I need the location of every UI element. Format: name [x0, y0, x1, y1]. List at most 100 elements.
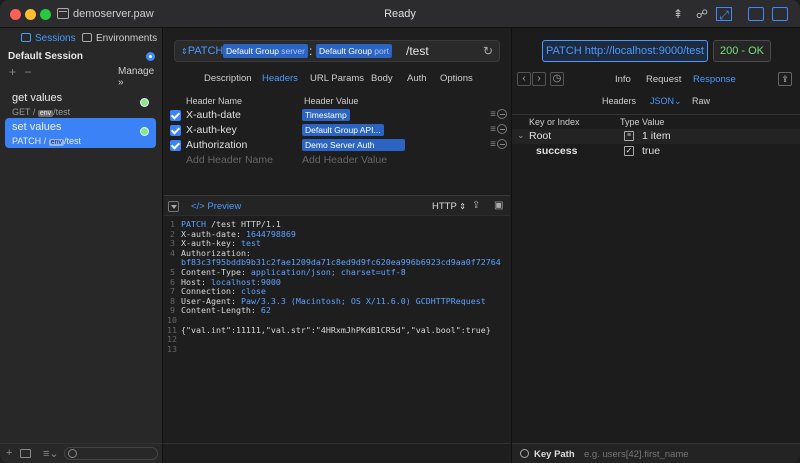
url-bar[interactable]: ⇕PATCH Default Group server : Default Gr…: [174, 40, 500, 62]
token-sub: server: [281, 46, 305, 56]
json-row[interactable]: ⌄ Root ≡ 1 item: [512, 129, 800, 144]
session-active-indicator[interactable]: [146, 52, 155, 61]
window-filename: demoserver.paw: [73, 8, 154, 20]
sidebar: Sessions Environments Default Session + …: [0, 28, 163, 463]
zoom-window-button[interactable]: [40, 9, 51, 20]
request-status-indicator: [140, 127, 149, 136]
manage-button[interactable]: Manage »: [118, 66, 162, 88]
token-label: Default Group: [226, 46, 279, 56]
header-enabled-checkbox[interactable]: [170, 110, 181, 121]
sidebar-toggle-icon[interactable]: [748, 7, 764, 21]
remove-request-button[interactable]: −: [24, 65, 31, 79]
add-header-name-field[interactable]: Add Header Name: [186, 154, 273, 166]
request-item-set-values[interactable]: set values PATCH / env/test: [5, 118, 156, 148]
tab-environments[interactable]: Environments: [82, 33, 157, 44]
remove-header-icon[interactable]: [497, 124, 507, 134]
json-key: Root: [529, 130, 552, 142]
response-status-badge: 200 - OK: [713, 40, 771, 62]
line-text: {"val.int":11111,"val.str":"4HRxmJhPKdB1…: [181, 324, 491, 335]
tab-response-raw[interactable]: Raw: [692, 96, 710, 106]
header-enabled-checkbox[interactable]: [170, 125, 181, 136]
sort-menu-icon[interactable]: ≡⌄: [43, 447, 59, 460]
json-value: true: [642, 145, 661, 157]
reorder-icon[interactable]: ≡: [490, 124, 496, 135]
header-row[interactable]: X-auth-date Timestamp ≡: [164, 108, 510, 123]
json-row[interactable]: success ✓ true: [512, 144, 800, 159]
tab-description[interactable]: Description: [204, 73, 252, 84]
layout-toggle-icon[interactable]: ⤢: [716, 7, 732, 22]
header-name[interactable]: X-auth-date: [186, 109, 241, 121]
next-exchange-button[interactable]: ›: [532, 72, 546, 86]
cookies-icon[interactable]: ☍: [694, 7, 710, 21]
keypath-label: Key Path: [534, 449, 575, 460]
request-method-path: PATCH / env/test: [12, 136, 81, 146]
keypath-input[interactable]: e.g. users[42].first_name: [584, 449, 689, 460]
url-separator: :: [309, 44, 313, 58]
format-selector[interactable]: HTTP ⇕: [432, 201, 466, 212]
reorder-icon[interactable]: ≡: [490, 139, 496, 150]
header-value-token[interactable]: Default Group API...: [302, 124, 384, 136]
header-name[interactable]: Authorization: [186, 139, 247, 151]
minimize-window-button[interactable]: [25, 9, 36, 20]
tab-auth[interactable]: Auth: [407, 73, 427, 84]
export-icon[interactable]: ⇪: [778, 72, 792, 86]
json-value: 1 item: [642, 130, 671, 142]
url-path[interactable]: /test: [406, 44, 429, 58]
previous-exchange-button[interactable]: ‹: [517, 72, 531, 86]
preview-label: Preview: [207, 201, 242, 212]
sidebar-tabs: Sessions Environments: [0, 33, 163, 47]
url-token-port[interactable]: Default Group port: [316, 44, 392, 58]
tab-response-json[interactable]: JSON⌄: [650, 96, 682, 107]
title-bar: demoserver.paw Ready ⇞ ☍ ⤢: [0, 0, 800, 28]
reorder-icon[interactable]: ≡: [490, 109, 496, 120]
header-value-token[interactable]: Timestamp: [302, 109, 350, 121]
token-sub: port: [374, 46, 389, 56]
share-icon[interactable]: ⇪: [472, 200, 480, 211]
tab-preview[interactable]: </> Preview: [191, 201, 241, 212]
environments-icon: [82, 33, 92, 42]
chevron-down-icon: ⌄: [674, 96, 682, 106]
add-icon[interactable]: +: [6, 447, 12, 459]
disclosure-chevron-icon[interactable]: ⌄: [517, 130, 525, 141]
tab-url-params[interactable]: URL Params: [310, 73, 364, 84]
header-enabled-checkbox[interactable]: [170, 140, 181, 151]
tab-response-headers[interactable]: Headers: [602, 96, 636, 106]
tab-options[interactable]: Options: [440, 73, 473, 84]
add-remove-controls: + −: [9, 65, 31, 79]
folder-icon[interactable]: [20, 449, 31, 458]
response-panel-toggle-icon[interactable]: [772, 7, 788, 21]
header-value-token[interactable]: Demo Server Auth: [302, 139, 405, 151]
add-request-button[interactable]: +: [9, 65, 16, 79]
tab-info[interactable]: Info: [615, 74, 631, 85]
session-title: Default Session: [8, 51, 84, 62]
remove-header-icon[interactable]: [497, 109, 507, 119]
bool-type-icon: ✓: [624, 146, 634, 156]
add-header-row[interactable]: Add Header Name Add Header Value: [164, 153, 510, 168]
method-selector[interactable]: ⇕PATCH: [181, 45, 223, 57]
tab-environments-label: Environments: [96, 33, 158, 44]
tab-headers[interactable]: Headers: [262, 73, 298, 84]
request-item-get-values[interactable]: get values GET / env/test: [5, 89, 156, 119]
url-token-server[interactable]: Default Group server: [223, 44, 308, 58]
history-clock-icon[interactable]: ◷: [550, 72, 564, 86]
response-request-summary[interactable]: PATCH http://localhost:9000/test: [542, 40, 708, 62]
tab-body[interactable]: Body: [371, 73, 393, 84]
remove-header-icon[interactable]: [497, 139, 507, 149]
request-tabs: Description Headers URL Params Body Auth…: [164, 73, 510, 89]
header-row[interactable]: Authorization Demo Server Auth ≡: [164, 138, 510, 153]
tab-request[interactable]: Request: [646, 74, 681, 85]
header-name[interactable]: X-auth-key: [186, 124, 237, 136]
lock-icon[interactable]: ▣: [494, 200, 503, 211]
header-name-column: Header Name: [186, 96, 243, 106]
refresh-icon[interactable]: ↻: [483, 44, 493, 58]
close-window-button[interactable]: [10, 9, 21, 20]
tab-response[interactable]: Response: [693, 74, 736, 85]
filter-input[interactable]: [64, 447, 158, 460]
header-row[interactable]: X-auth-key Default Group API... ≡: [164, 123, 510, 138]
add-header-value-field[interactable]: Add Header Value: [302, 154, 387, 166]
method-label: PATCH: [187, 45, 224, 57]
status-text: Ready: [384, 8, 416, 20]
tab-sessions[interactable]: Sessions: [21, 33, 76, 44]
sort-icon[interactable]: ⇞: [670, 7, 686, 21]
collapse-toggle-icon[interactable]: [168, 201, 179, 212]
